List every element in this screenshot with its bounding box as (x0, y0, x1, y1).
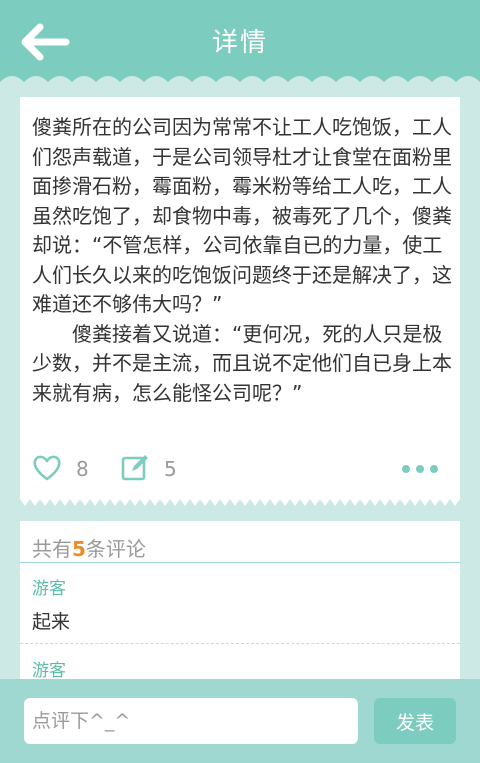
post-actions: 8 5 (20, 449, 460, 489)
post-content: 傻粪所在的公司因为常常不让工人吃饱饭，工人们怨声载道，于是公司领导杜才让食堂在面… (32, 115, 452, 405)
comment-bar: 发表 (0, 679, 480, 763)
comment-count: 5 (164, 457, 177, 481)
more-dots-icon[interactable] (400, 459, 440, 479)
comment-input[interactable] (24, 698, 358, 744)
comment-username: 游客 (32, 661, 66, 681)
header-bar: 详情 (0, 0, 480, 86)
comments-section: 共有5条评论 游客 起来 游客 (20, 521, 460, 681)
comments-total: 5 (72, 537, 86, 561)
header-scallop-edge (0, 76, 480, 86)
comment-text: 起来 (32, 611, 71, 633)
like-count: 8 (76, 457, 89, 481)
send-button[interactable]: 发表 (374, 698, 456, 744)
heart-icon[interactable] (32, 453, 62, 483)
card-zigzag-edge (20, 499, 460, 506)
edit-icon[interactable] (120, 453, 150, 483)
page-title: 详情 (211, 28, 268, 58)
comment-divider (20, 643, 460, 644)
divider (20, 562, 460, 563)
comment-username: 游客 (32, 579, 66, 599)
comments-heading: 共有5条评论 (32, 537, 146, 561)
post-card: 傻粪所在的公司因为常常不让工人吃饱饭，工人们怨声载道，于是公司领导杜才让食堂在面… (20, 97, 460, 499)
